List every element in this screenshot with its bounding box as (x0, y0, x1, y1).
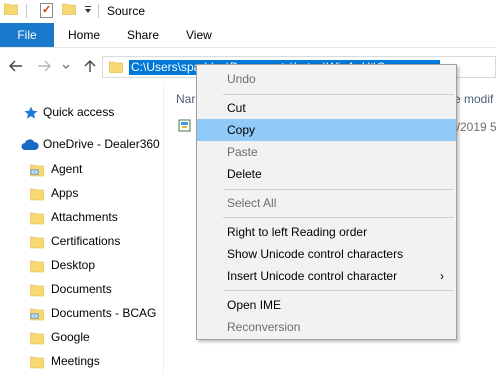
nav-folder-meetings[interactable]: Meetings (0, 350, 163, 372)
menu-item-insert-unicode[interactable]: Insert Unicode control character › (197, 265, 456, 287)
nav-label: Meetings (51, 354, 100, 368)
folder-icon (29, 258, 45, 273)
properties-icon[interactable]: ✓ (40, 3, 53, 18)
column-header-date-modified[interactable]: e modif (454, 92, 493, 106)
nav-folder-documents-bcag[interactable]: Documents - BCAG (0, 302, 163, 324)
title-bar: ✓ Source (0, 0, 496, 22)
menu-item-paste[interactable]: Paste (197, 141, 456, 163)
pane-divider[interactable] (163, 82, 164, 375)
tab-view[interactable]: View (186, 23, 212, 47)
nav-folder-agent[interactable]: Agent (0, 158, 163, 180)
nav-folder-certifications[interactable]: Certifications (0, 230, 163, 252)
folder-icon (29, 186, 45, 201)
tab-share[interactable]: Share (127, 23, 159, 47)
nav-onedrive[interactable]: OneDrive - Dealer360 (0, 133, 163, 155)
window-title: Source (107, 4, 146, 18)
folder-icon (29, 330, 45, 345)
menu-separator (223, 189, 454, 190)
nav-label: Documents (51, 282, 112, 296)
nav-label: Certifications (51, 234, 121, 248)
folder-icon (29, 234, 45, 249)
nav-folder-google[interactable]: Google (0, 326, 163, 348)
star-icon (24, 105, 38, 119)
up-arrow-icon[interactable] (82, 57, 98, 75)
folder-icon (108, 61, 124, 74)
nav-folder-attachments[interactable]: Attachments (0, 206, 163, 228)
menu-item-copy[interactable]: Copy (197, 119, 456, 141)
menu-separator (223, 217, 454, 218)
menu-item-cut[interactable]: Cut (197, 97, 456, 119)
menu-item-undo[interactable]: Undo (197, 68, 456, 90)
menu-item-show-unicode[interactable]: Show Unicode control characters (197, 243, 456, 265)
nav-label: Google (51, 330, 90, 344)
column-header-name[interactable]: Nar (176, 92, 195, 106)
shared-folder-icon (29, 306, 45, 321)
tab-home[interactable]: Home (68, 23, 100, 47)
executable-file-icon[interactable] (178, 118, 192, 132)
menu-item-open-ime[interactable]: Open IME (197, 294, 456, 316)
context-menu: Undo Cut Copy Paste Delete Select All Ri… (196, 64, 457, 340)
toolbar-divider (26, 4, 27, 18)
menu-item-right-to-left[interactable]: Right to left Reading order (197, 221, 456, 243)
submenu-arrow-icon: › (440, 269, 444, 283)
nav-label: Quick access (43, 105, 115, 119)
menu-item-label: Insert Unicode control character (227, 269, 398, 283)
forward-arrow-icon[interactable] (36, 57, 52, 75)
nav-label: Attachments (51, 210, 118, 224)
nav-folder-apps[interactable]: Apps (0, 182, 163, 204)
nav-label: Apps (51, 186, 79, 200)
nav-quick-access[interactable]: Quick access (0, 101, 163, 123)
menu-item-reconversion[interactable]: Reconversion (197, 316, 456, 338)
customize-dropdown-icon[interactable] (83, 3, 93, 17)
nav-label: Documents - BCAG (51, 306, 157, 320)
menu-item-delete[interactable]: Delete (197, 163, 456, 185)
nav-label: Desktop (51, 258, 96, 272)
back-arrow-icon[interactable] (8, 57, 24, 75)
recent-locations-chevron-icon[interactable] (60, 57, 72, 75)
ribbon-tabs: File Home Share View (0, 22, 496, 48)
folder-icon[interactable] (3, 3, 19, 16)
folder-icon (29, 354, 45, 369)
nav-label: OneDrive - Dealer360 (43, 137, 160, 151)
shared-folder-icon (29, 162, 45, 177)
toolbar-divider (98, 4, 99, 18)
navigation-pane: Quick access OneDrive - Dealer360 Agent … (0, 90, 163, 375)
menu-separator (223, 290, 454, 291)
nav-folder-documents[interactable]: Documents (0, 278, 163, 300)
menu-item-select-all[interactable]: Select All (197, 192, 456, 214)
nav-folder-desktop[interactable]: Desktop (0, 254, 163, 276)
nav-label: Agent (51, 162, 83, 176)
folder-icon (29, 210, 45, 225)
tab-file[interactable]: File (0, 23, 54, 47)
folder-icon (29, 282, 45, 297)
menu-separator (223, 94, 454, 95)
cloud-icon (21, 137, 39, 151)
new-folder-icon[interactable] (61, 3, 77, 16)
